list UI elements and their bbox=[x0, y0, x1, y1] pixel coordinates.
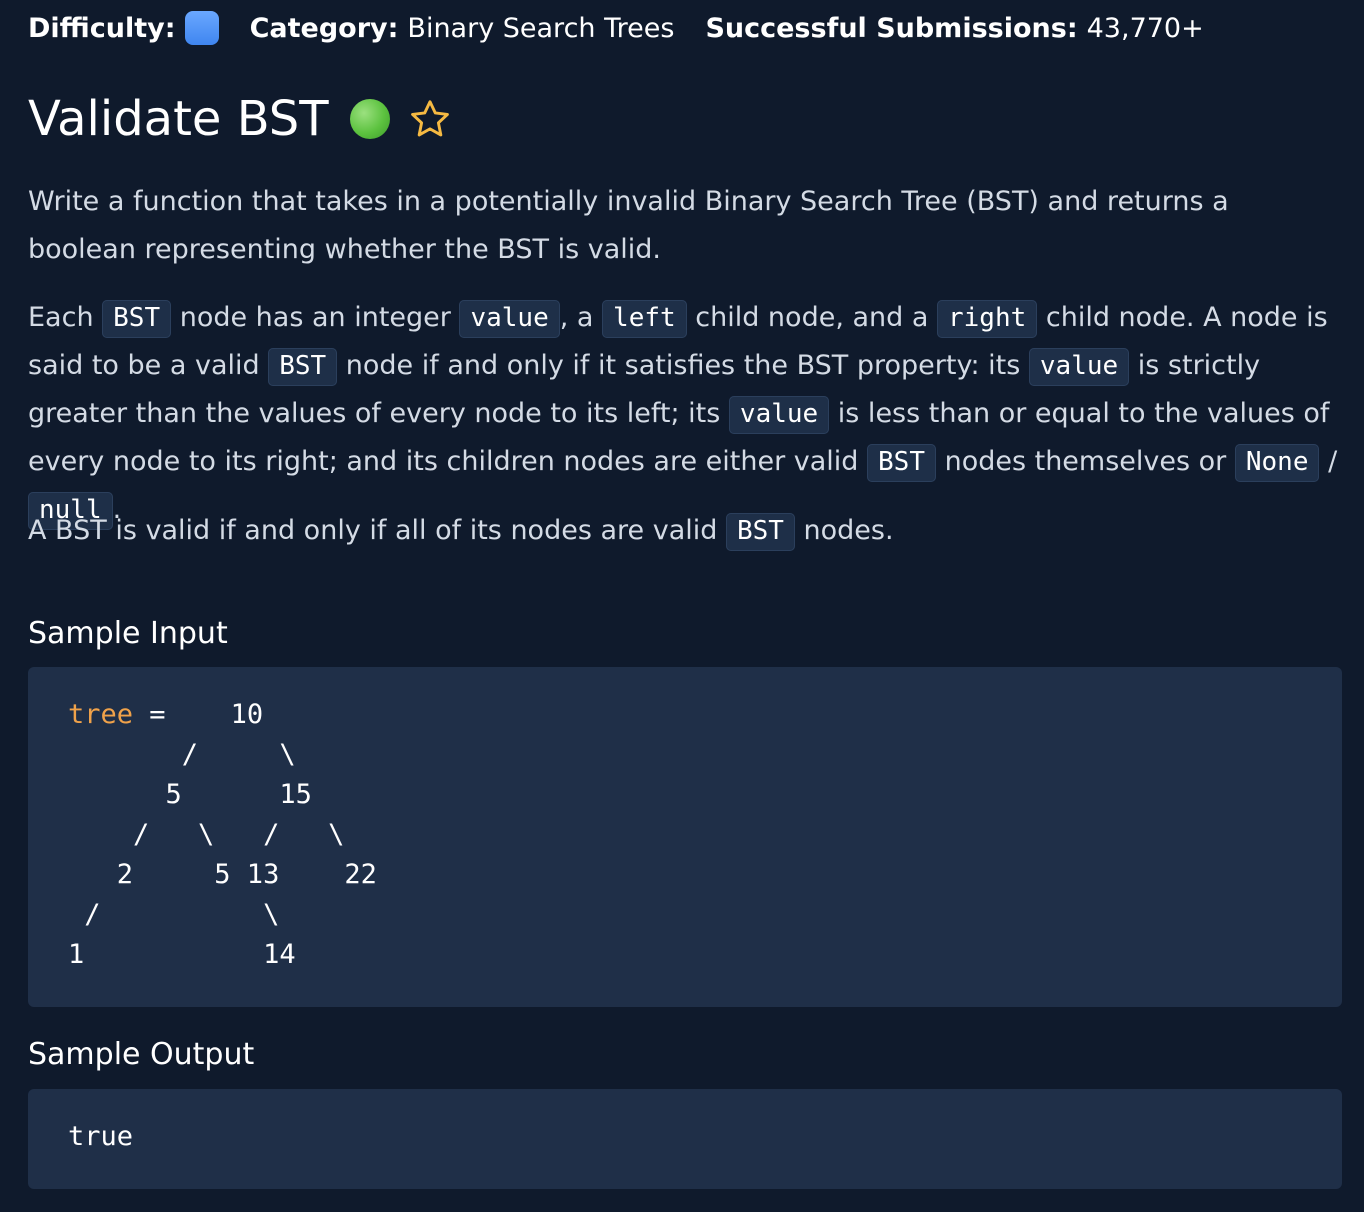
category-group: Category: Binary Search Trees bbox=[250, 13, 675, 44]
text: A BST is valid if and only if all of its… bbox=[28, 515, 726, 546]
completed-status-icon bbox=[349, 99, 390, 139]
inline-code: None bbox=[1234, 444, 1320, 482]
inline-code: value bbox=[1028, 348, 1130, 386]
variable-name: tree bbox=[68, 699, 134, 730]
difficulty-group: Difficulty: bbox=[28, 11, 219, 45]
text: child node, and a bbox=[686, 302, 937, 333]
text: / bbox=[1319, 446, 1338, 477]
sample-output-heading: Sample Output bbox=[28, 1037, 255, 1072]
submissions-value: 43,770+ bbox=[1086, 12, 1204, 44]
inline-code: value bbox=[459, 300, 560, 338]
text: Each bbox=[28, 302, 103, 333]
text: nodes themselves or bbox=[936, 446, 1235, 477]
description-paragraph-2: Each BST node has an integer value, a le… bbox=[28, 294, 1338, 534]
submissions-group: Successful Submissions: 43,770+ bbox=[705, 13, 1203, 44]
submissions-label: Successful Submissions: bbox=[705, 12, 1078, 44]
tree-diagram-lines: / \ 5 15 / \ / \ 2 5 13 22 / \ 1 14 bbox=[68, 739, 377, 970]
tree-root-line: = 10 bbox=[133, 699, 264, 730]
inline-code: value bbox=[728, 396, 830, 434]
sample-output-code: true bbox=[68, 1121, 134, 1152]
text: nodes. bbox=[794, 515, 894, 546]
sample-input-heading: Sample Input bbox=[28, 616, 228, 651]
star-icon[interactable] bbox=[408, 97, 452, 141]
description-paragraph-1: Write a function that takes in a potenti… bbox=[28, 186, 1229, 265]
inline-code: BST bbox=[867, 444, 936, 482]
sample-input-block: tree = 10 / \ 5 15 / \ / \ 2 5 13 22 / \… bbox=[28, 667, 1342, 1007]
category-label: Category: bbox=[249, 12, 399, 44]
title-row: Validate BST bbox=[28, 86, 452, 152]
sample-input-code: tree = 10 / \ 5 15 / \ / \ 2 5 13 22 / \… bbox=[68, 695, 377, 975]
problem-meta-bar: Difficulty: Category: Binary Search Tree… bbox=[28, 8, 1204, 48]
problem-title: Validate BST bbox=[28, 91, 329, 147]
difficulty-label: Difficulty: bbox=[28, 12, 176, 44]
text: , a bbox=[559, 302, 603, 333]
inline-code: BST bbox=[268, 348, 338, 386]
inline-code: right bbox=[937, 300, 1038, 338]
text: node has an integer bbox=[171, 302, 460, 333]
difficulty-square-icon bbox=[184, 11, 219, 45]
inline-code: BST bbox=[102, 300, 172, 338]
inline-code: left bbox=[602, 300, 687, 338]
sample-output-block: true bbox=[28, 1089, 1342, 1189]
inline-code: BST bbox=[725, 513, 795, 551]
category-value: Binary Search Trees bbox=[407, 12, 675, 44]
text: node if and only if it satisfies the BST… bbox=[337, 350, 1029, 381]
description-paragraph-3: A BST is valid if and only if all of its… bbox=[28, 507, 1338, 555]
